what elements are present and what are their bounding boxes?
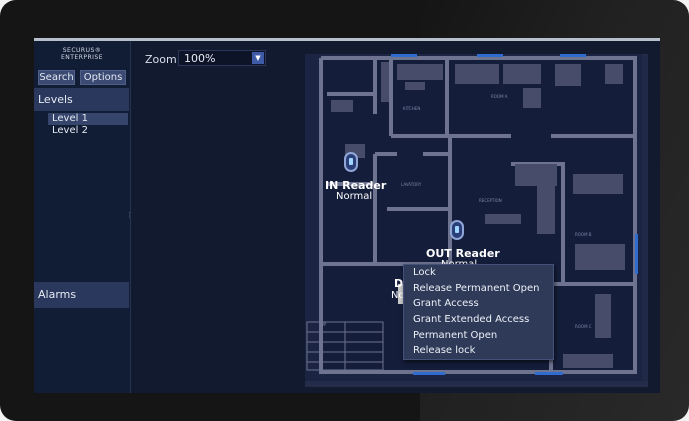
alarms-header[interactable]: Alarms — [34, 282, 129, 308]
menu-item-grant-extended-access[interactable]: Grant Extended Access — [404, 312, 553, 328]
room-label-lavatory: LAVATORY — [401, 182, 422, 187]
app-screen: SECURUS® ENTERPRISE Search Options Level… — [34, 38, 660, 393]
stairs-label-up: UP — [321, 322, 327, 327]
levels-header[interactable]: Levels — [34, 88, 129, 111]
menu-item-permanent-open[interactable]: Permanent Open — [404, 328, 553, 344]
map-vertical-scrollbar[interactable] — [642, 54, 648, 381]
options-button[interactable]: Options — [80, 70, 126, 85]
menu-item-lock[interactable]: Lock — [404, 265, 553, 281]
map-horizontal-scrollbar[interactable] — [305, 381, 648, 387]
menu-item-release-permanent-open[interactable]: Release Permanent Open — [404, 281, 553, 297]
room-label-reception: RECEPTION — [479, 198, 502, 203]
chevron-down-icon[interactable]: ▼ — [252, 52, 264, 64]
out-reader-icon[interactable] — [450, 220, 464, 240]
room-label-c: ROOM C — [575, 324, 592, 329]
panel-splitter-handle[interactable]: ⋮ — [126, 211, 133, 219]
zoom-dropdown[interactable]: 100% ▼ — [178, 50, 266, 66]
logo-line-1: SECURUS® — [62, 47, 102, 54]
door-label: D — [394, 277, 404, 290]
in-reader-status: Normal — [336, 191, 373, 202]
search-button[interactable]: Search — [38, 70, 75, 85]
zoom-label: Zoom: — [145, 53, 181, 66]
room-label-a: ROOM A — [491, 94, 508, 99]
brand-logo: SECURUS® ENTERPRISE — [34, 47, 130, 61]
room-label-kitchen: KITCHEN — [403, 106, 420, 111]
menu-item-release-lock[interactable]: Release lock — [404, 343, 553, 359]
logo-line-2: ENTERPRISE — [60, 54, 104, 61]
zoom-value: 100% — [184, 52, 216, 65]
in-reader-icon[interactable] — [344, 152, 358, 172]
left-panel: SECURUS® ENTERPRISE Search Options Level… — [34, 41, 133, 393]
level-item-1[interactable]: Level 1 — [48, 113, 128, 125]
level-item-2[interactable]: Level 2 — [52, 125, 88, 137]
room-label-b: ROOM B — [575, 232, 592, 237]
context-menu: Lock Release Permanent Open Grant Access… — [403, 264, 554, 360]
menu-item-grant-access[interactable]: Grant Access — [404, 296, 553, 312]
